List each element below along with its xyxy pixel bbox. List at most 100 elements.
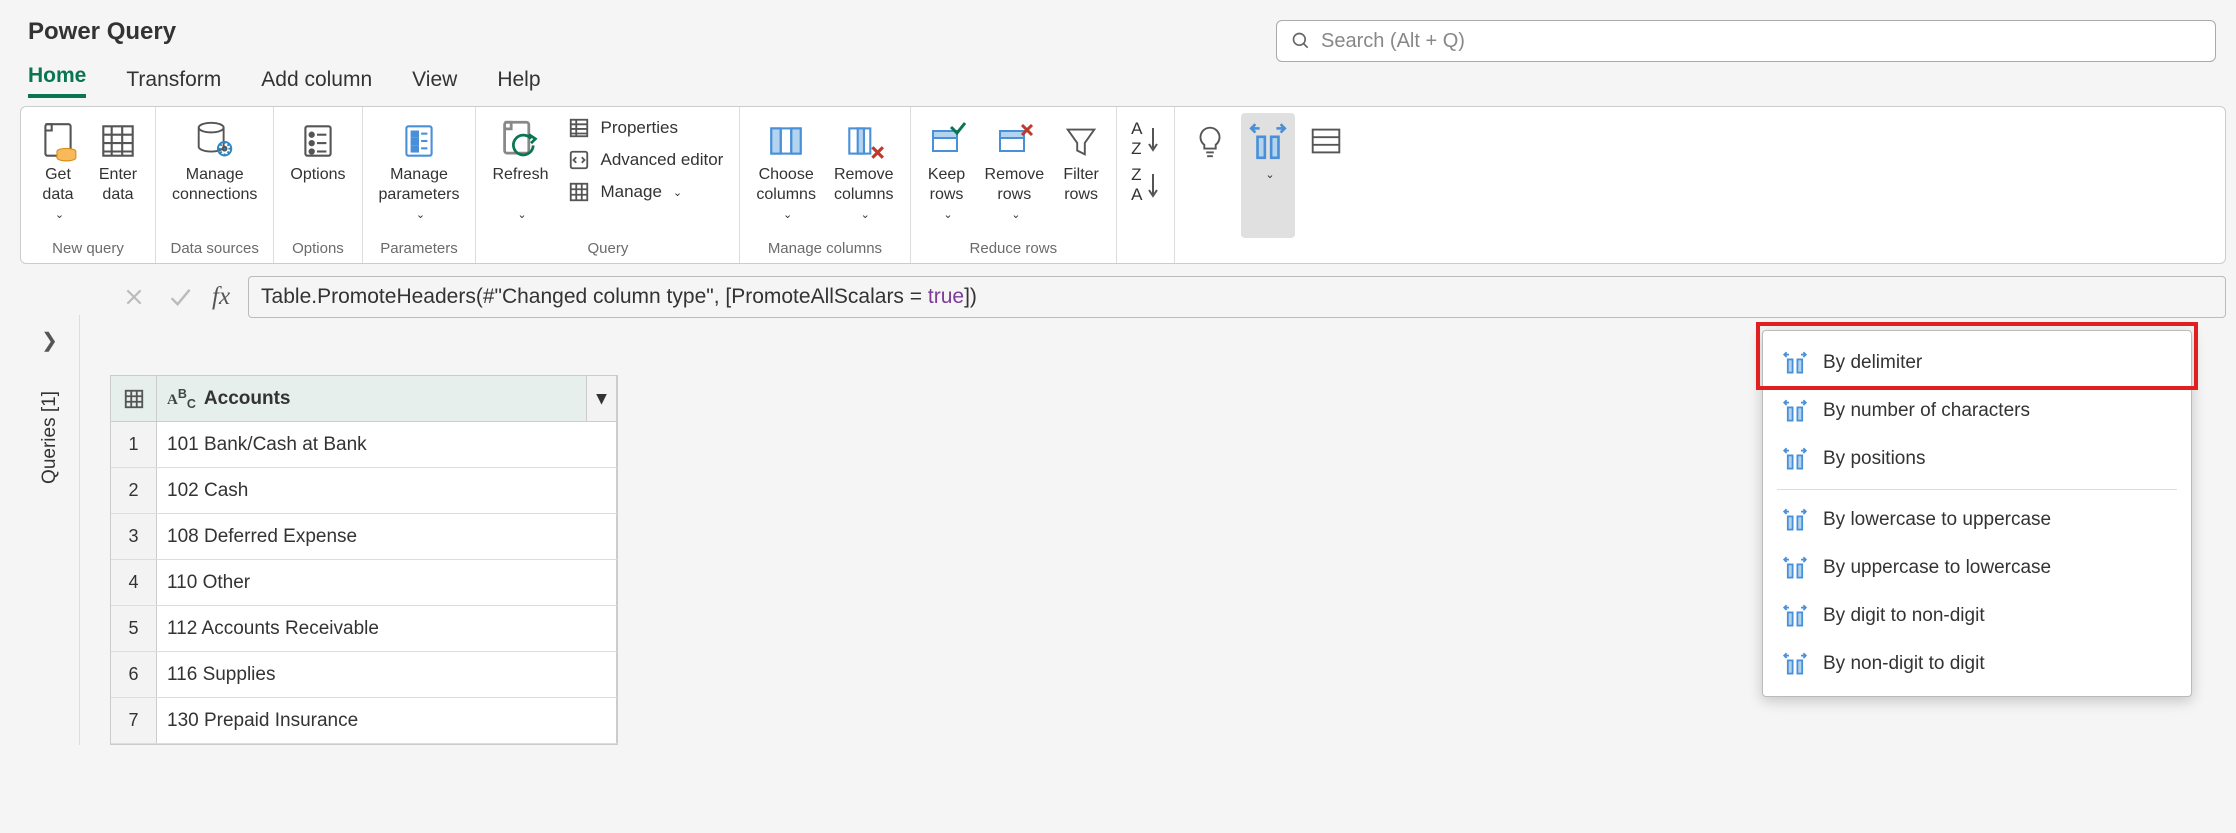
suggested-transforms-button[interactable] xyxy=(1185,113,1235,238)
cell-accounts[interactable]: 112 Accounts Receivable xyxy=(157,606,617,651)
split-digit-nondigit[interactable]: By digit to non-digit xyxy=(1763,592,2191,640)
cell-accounts[interactable]: 102 Cash xyxy=(157,468,617,513)
menu-view[interactable]: View xyxy=(412,68,457,98)
grid-corner-button[interactable] xyxy=(111,376,157,421)
group-label-data-sources: Data sources xyxy=(171,238,259,261)
group-data-sources: Manage connections Data sources xyxy=(156,107,274,263)
manage-connections-button[interactable]: Manage connections xyxy=(166,113,263,238)
row-number: 6 xyxy=(111,652,157,697)
split-lower-upper[interactable]: By lowercase to uppercase xyxy=(1763,496,2191,544)
row-number: 4 xyxy=(111,560,157,605)
split-icon xyxy=(1781,349,1809,377)
cell-accounts[interactable]: 116 Supplies xyxy=(157,652,617,697)
cell-accounts[interactable]: 110 Other xyxy=(157,560,617,605)
split-column-button[interactable]: ⌄ xyxy=(1241,113,1295,238)
chevron-down-icon: ⌄ xyxy=(1011,205,1020,225)
refresh-icon xyxy=(498,117,542,165)
enter-data-button[interactable]: Enter data xyxy=(91,113,145,238)
row-number: 5 xyxy=(111,606,157,651)
split-by-positions[interactable]: By positions xyxy=(1763,435,2191,483)
group-query: Refresh ⌄ Properties Advanced editor Mana… xyxy=(476,107,740,263)
search-icon xyxy=(1291,31,1311,51)
properties-label: Properties xyxy=(600,118,677,138)
properties-button[interactable]: Properties xyxy=(560,113,729,143)
expand-queries-button[interactable]: ❯ xyxy=(33,320,66,361)
column-filter-dropdown[interactable]: ▾ xyxy=(586,376,616,421)
keep-rows-button[interactable]: Keep rows⌄ xyxy=(921,113,973,238)
search-box[interactable] xyxy=(1276,20,2216,62)
sort-desc-button[interactable]: ZA xyxy=(1131,165,1160,205)
row-number: 2 xyxy=(111,468,157,513)
remove-columns-button[interactable]: Remove columns⌄ xyxy=(828,113,900,238)
split-icon xyxy=(1781,650,1809,678)
cell-accounts[interactable]: 101 Bank/Cash at Bank xyxy=(157,422,617,467)
options-button[interactable]: Options xyxy=(284,113,351,238)
table-row[interactable]: 2102 Cash xyxy=(111,468,617,514)
properties-icon xyxy=(566,115,592,141)
options-label: Options xyxy=(290,165,345,185)
advanced-editor-button[interactable]: Advanced editor xyxy=(560,145,729,175)
text-type-icon: ABC xyxy=(167,387,196,411)
remove-rows-icon xyxy=(994,117,1034,165)
split-nondigit-digit[interactable]: By non-digit to digit xyxy=(1763,640,2191,688)
filter-rows-button[interactable]: Filter rows xyxy=(1056,113,1106,238)
split-upper-lower[interactable]: By uppercase to lowercase xyxy=(1763,544,2191,592)
parameters-icon xyxy=(398,117,440,165)
code-icon xyxy=(566,147,592,173)
get-data-button[interactable]: Get data⌄ xyxy=(31,113,85,238)
table-row[interactable]: 4110 Other xyxy=(111,560,617,606)
manage-params-label: Manage parameters xyxy=(379,165,460,205)
table-row[interactable]: 5112 Accounts Receivable xyxy=(111,606,617,652)
remove-columns-icon xyxy=(843,117,885,165)
group-label-options: Options xyxy=(292,238,344,261)
table-row[interactable]: 3108 Deferred Expense xyxy=(111,514,617,560)
column-header-accounts[interactable]: ABC Accounts ▾ xyxy=(157,376,617,421)
manage-parameters-button[interactable]: Manage parameters⌄ xyxy=(373,113,466,238)
group-reduce-rows: Keep rows⌄ Remove rows⌄ Filter rows Redu… xyxy=(911,107,1118,263)
refresh-button[interactable]: Refresh ⌄ xyxy=(486,113,554,238)
filter-rows-label: Filter rows xyxy=(1063,165,1099,205)
table-row[interactable]: 1101 Bank/Cash at Bank xyxy=(111,422,617,468)
group-label-query: Query xyxy=(587,238,628,261)
chevron-down-icon: ⌄ xyxy=(673,186,682,199)
manage-label: Manage xyxy=(600,182,661,202)
menu-help[interactable]: Help xyxy=(497,68,540,98)
search-input[interactable] xyxy=(1321,30,2201,53)
sort-desc-icon: ZA xyxy=(1131,165,1142,205)
menu-add-column[interactable]: Add column xyxy=(261,68,372,98)
formula-accept-button[interactable] xyxy=(166,283,194,311)
row-number: 1 xyxy=(111,422,157,467)
row-number: 3 xyxy=(111,514,157,559)
split-icon xyxy=(1781,506,1809,534)
manage-icon xyxy=(566,179,592,205)
manage-button[interactable]: Manage ⌄ xyxy=(560,177,729,207)
formula-input[interactable]: Table.PromoteHeaders(#"Changed column ty… xyxy=(248,276,2226,318)
split-column-icon xyxy=(1247,117,1289,165)
sort-asc-button[interactable]: AZ xyxy=(1131,119,1160,159)
menu-transform[interactable]: Transform xyxy=(126,68,221,98)
ribbon: Get data⌄ Enter data New query Manage co… xyxy=(20,106,2226,264)
table-row[interactable]: 7130 Prepaid Insurance xyxy=(111,698,617,744)
menu-bar: Home Transform Add column View Help xyxy=(0,60,2236,98)
table-row[interactable]: 6116 Supplies xyxy=(111,652,617,698)
menu-home[interactable]: Home xyxy=(28,64,86,98)
split-icon xyxy=(1781,602,1809,630)
split-by-num-chars[interactable]: By number of characters xyxy=(1763,387,2191,435)
refresh-label: Refresh xyxy=(492,165,548,185)
chevron-down-icon: ⌄ xyxy=(783,205,792,225)
remove-rows-button[interactable]: Remove rows⌄ xyxy=(979,113,1051,238)
chevron-down-icon: ⌄ xyxy=(416,205,425,225)
group-by-button[interactable] xyxy=(1301,113,1351,238)
data-grid: ABC Accounts ▾ 1101 Bank/Cash at Bank210… xyxy=(110,375,618,745)
get-data-icon xyxy=(37,117,79,165)
choose-columns-label: Choose columns xyxy=(756,165,816,205)
database-gear-icon xyxy=(192,117,238,165)
formula-cancel-button[interactable] xyxy=(120,283,148,311)
choose-columns-button[interactable]: Choose columns⌄ xyxy=(750,113,822,238)
options-icon xyxy=(297,117,339,165)
enter-data-label: Enter data xyxy=(99,165,137,205)
cell-accounts[interactable]: 130 Prepaid Insurance xyxy=(157,698,617,743)
cell-accounts[interactable]: 108 Deferred Expense xyxy=(157,514,617,559)
chevron-down-icon: ⌄ xyxy=(517,205,526,225)
split-by-delimiter[interactable]: By delimiter xyxy=(1763,339,2191,387)
